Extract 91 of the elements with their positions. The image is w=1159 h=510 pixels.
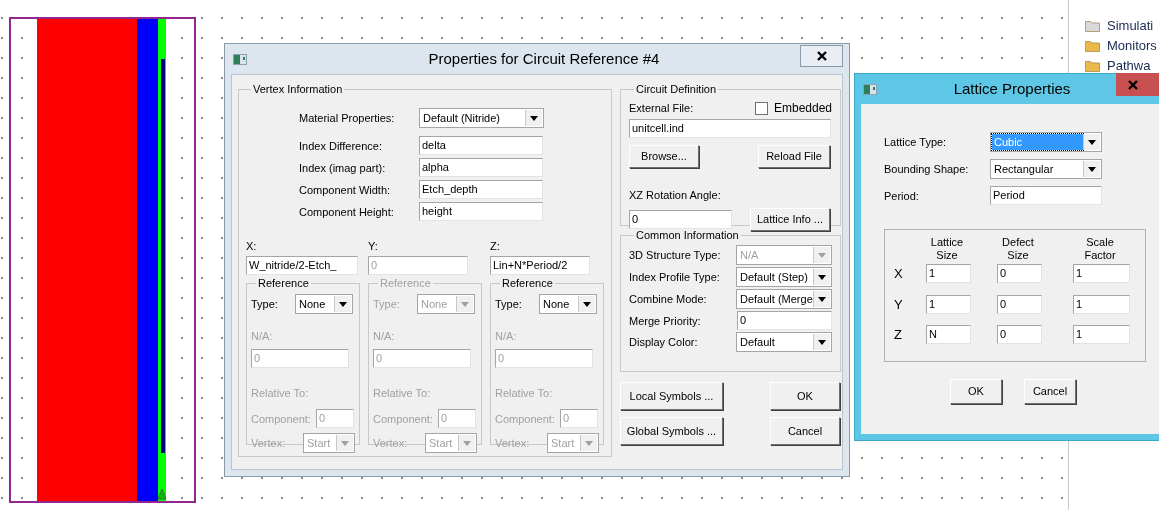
field-label: Component: bbox=[251, 411, 312, 426]
field-label: Relative To: bbox=[495, 387, 553, 399]
button[interactable]: OK bbox=[950, 379, 1002, 404]
axis-label: Y bbox=[893, 295, 904, 314]
text-field[interactable]: 1 bbox=[1073, 294, 1130, 314]
button[interactable]: Lattice Info ... bbox=[750, 208, 830, 231]
field-label: Type: bbox=[495, 297, 523, 311]
field-label: Type: bbox=[251, 297, 279, 311]
field-label: Combine Mode: bbox=[629, 292, 707, 306]
text-field[interactable]: 0 bbox=[737, 311, 832, 330]
field-label: Vertex: bbox=[251, 436, 287, 450]
button[interactable]: Reload File bbox=[758, 145, 830, 168]
dropdown[interactable]: Rectangular bbox=[990, 159, 1102, 179]
axis-label: X bbox=[893, 265, 904, 283]
field-label: Index Difference: bbox=[299, 138, 383, 153]
text-field[interactable]: 0 bbox=[997, 264, 1042, 284]
field-label: Relative To: bbox=[373, 387, 431, 399]
close-icon bbox=[816, 51, 827, 61]
tree-item[interactable]: Pathwa bbox=[1107, 58, 1151, 73]
tree-item[interactable]: Monitors bbox=[1107, 38, 1157, 53]
group-title: Reference bbox=[257, 277, 310, 290]
text-field[interactable]: 1 bbox=[926, 264, 971, 284]
embedded-checkbox[interactable]: Embedded bbox=[754, 99, 832, 117]
column-header: Defect Size bbox=[1001, 236, 1035, 262]
button[interactable]: Cancel bbox=[770, 417, 840, 445]
group-title: Reference bbox=[501, 277, 554, 290]
text-field[interactable]: W_nitride/2-Etch_ bbox=[246, 256, 358, 275]
group-title: Common Information bbox=[635, 229, 740, 242]
text-field[interactable]: 1 bbox=[1073, 264, 1130, 284]
text-field[interactable]: 0 bbox=[629, 210, 732, 229]
text-field[interactable]: Lin+N*Period/2 bbox=[490, 256, 590, 275]
field-label: Component Width: bbox=[299, 182, 392, 197]
text-field[interactable]: alpha bbox=[419, 158, 543, 177]
field-label: Lattice Type: bbox=[884, 135, 948, 149]
field-label: N/A: bbox=[373, 330, 395, 342]
window-title: Properties for Circuit Reference #4 bbox=[427, 48, 661, 69]
close-icon bbox=[1128, 79, 1138, 90]
field-label: Type: bbox=[373, 297, 401, 311]
button[interactable]: Browse... bbox=[629, 145, 699, 168]
button[interactable]: Local Symbols ... bbox=[620, 382, 723, 410]
field-label: Vertex: bbox=[495, 436, 531, 450]
field-label: Merge Priority: bbox=[629, 313, 701, 328]
field-label: Index (imag part): bbox=[299, 160, 387, 175]
text-field[interactable]: delta bbox=[419, 136, 543, 155]
button[interactable]: Global Symbols ... bbox=[620, 417, 723, 445]
dropdown[interactable]: Default bbox=[736, 332, 832, 352]
dropdown[interactable]: None bbox=[295, 294, 353, 314]
tree-item[interactable]: Simulati bbox=[1107, 18, 1154, 33]
text-field[interactable]: 1 bbox=[1073, 325, 1130, 345]
text-field[interactable]: unitcell.ind bbox=[629, 119, 831, 138]
window-title: Lattice Properties bbox=[952, 78, 1072, 99]
text-field[interactable]: N bbox=[926, 325, 971, 345]
text-field[interactable]: 0 bbox=[997, 325, 1042, 345]
field-label: XZ Rotation Angle: bbox=[629, 189, 721, 201]
group-title: Reference bbox=[379, 277, 432, 290]
dropdown[interactable]: Default (Nitride) bbox=[419, 108, 544, 128]
field-label: 3D Structure Type: bbox=[629, 248, 721, 262]
field-label: Z: bbox=[490, 239, 501, 253]
text-field[interactable]: 1 bbox=[926, 294, 971, 314]
text-field[interactable]: Period bbox=[990, 186, 1102, 205]
close-button[interactable] bbox=[800, 45, 843, 67]
app-icon bbox=[863, 83, 877, 95]
field-label: External File: bbox=[629, 101, 694, 115]
dropdown[interactable]: Default (Step) bbox=[736, 267, 832, 287]
group-title: Circuit Definition bbox=[635, 83, 718, 96]
dropdown[interactable]: None bbox=[539, 294, 597, 314]
field-label: Component: bbox=[373, 411, 434, 426]
field-label: Y: bbox=[368, 239, 379, 253]
text-field[interactable]: height bbox=[419, 202, 543, 221]
button[interactable]: OK bbox=[770, 382, 840, 410]
field-label: Period: bbox=[884, 188, 920, 203]
field-label: Relative To: bbox=[251, 387, 309, 399]
app-icon bbox=[233, 53, 247, 65]
field-label: N/A: bbox=[251, 330, 273, 342]
field-label: Display Color: bbox=[629, 335, 698, 349]
group-title: Vertex Information bbox=[252, 83, 344, 96]
field-label: Component: bbox=[495, 411, 556, 426]
column-header: Scale Factor bbox=[1083, 236, 1117, 262]
field-label: N/A: bbox=[495, 330, 517, 342]
field-label: X: bbox=[246, 239, 258, 253]
field-label: Vertex: bbox=[373, 436, 409, 450]
text-field[interactable]: Etch_depth bbox=[419, 180, 543, 199]
field-label: Material Properties: bbox=[299, 111, 396, 125]
column-header: Lattice Size bbox=[929, 236, 965, 262]
dropdown[interactable]: Default (Merge bbox=[736, 289, 832, 309]
button[interactable]: Cancel bbox=[1024, 379, 1076, 404]
axis-label: Z bbox=[893, 326, 903, 344]
field-label: Bounding Shape: bbox=[884, 162, 970, 176]
field-label: Component Height: bbox=[299, 204, 395, 219]
field-label: Index Profile Type: bbox=[629, 270, 720, 284]
text-field[interactable]: 0 bbox=[997, 294, 1042, 314]
